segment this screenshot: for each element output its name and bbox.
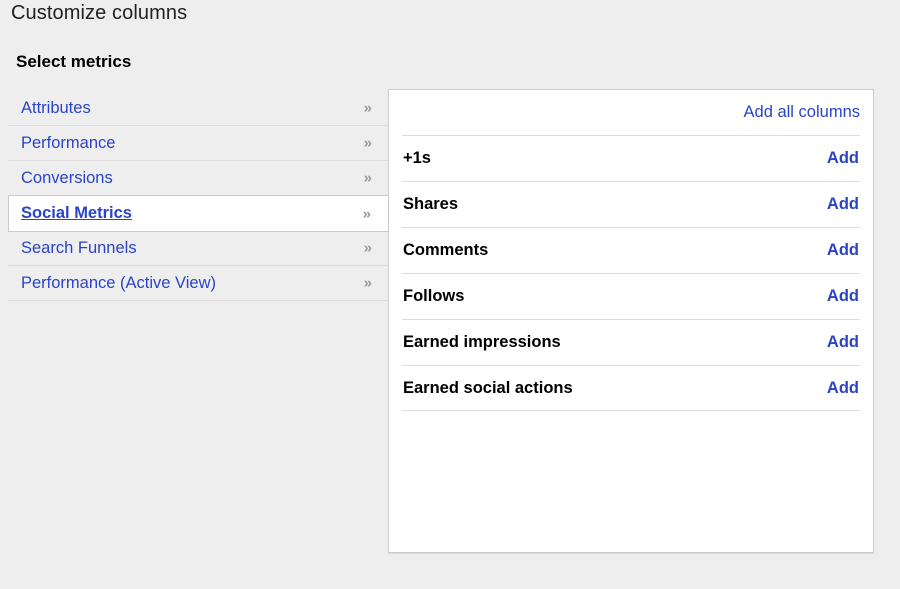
- sidebar-item-label: Performance (Active View): [21, 273, 217, 292]
- metric-name: Comments: [403, 241, 489, 259]
- metric-row: Earned social actions Add: [402, 365, 860, 411]
- metric-name: Shares: [403, 195, 459, 213]
- chevron-right-double-icon: »: [363, 134, 372, 152]
- section-heading: Select metrics: [16, 52, 132, 71]
- metric-category-list: Attributes » Performance » Conversions »…: [8, 91, 389, 301]
- metric-row: Earned impressions Add: [402, 319, 860, 365]
- sidebar-item-performance[interactable]: Performance »: [8, 126, 389, 161]
- sidebar-item-conversions[interactable]: Conversions »: [8, 161, 389, 196]
- sidebar-item-performance-active-view[interactable]: Performance (Active View) »: [8, 266, 389, 301]
- metric-row: Shares Add: [402, 181, 860, 227]
- sidebar-item-label: Social Metrics: [21, 204, 132, 222]
- chevron-right-double-icon: »: [363, 169, 372, 187]
- add-all-columns-link[interactable]: Add all columns: [744, 103, 860, 122]
- metric-name: Earned social actions: [403, 378, 573, 397]
- add-metric-button[interactable]: Add: [827, 195, 859, 214]
- add-metric-button[interactable]: Add: [827, 379, 859, 398]
- sidebar-item-search-funnels[interactable]: Search Funnels »: [8, 231, 389, 266]
- sidebar-item-social-metrics[interactable]: Social Metrics »: [8, 195, 389, 232]
- sidebar-item-label: Search Funnels: [21, 238, 137, 257]
- metric-row: +1s Add: [402, 135, 860, 181]
- add-metric-button[interactable]: Add: [827, 333, 859, 352]
- add-metric-button[interactable]: Add: [827, 241, 859, 260]
- add-metric-button[interactable]: Add: [827, 287, 859, 306]
- chevron-right-double-icon: »: [363, 239, 372, 257]
- metric-row: Comments Add: [402, 227, 860, 273]
- metrics-panel: Add all columns +1s Add Shares Add Comme…: [388, 89, 874, 553]
- metrics-panel-header: Add all columns: [389, 90, 873, 135]
- sidebar-item-label: Conversions: [21, 168, 113, 187]
- metric-name: Earned impressions: [403, 333, 561, 351]
- chevron-right-double-icon: »: [363, 274, 372, 292]
- sidebar-item-attributes[interactable]: Attributes »: [8, 91, 389, 126]
- chevron-right-double-icon: »: [362, 205, 371, 222]
- metric-name: +1s: [403, 149, 431, 167]
- metric-name: Follows: [403, 287, 465, 305]
- sidebar-item-label: Performance: [21, 133, 116, 152]
- chevron-right-double-icon: »: [363, 99, 372, 117]
- add-metric-button[interactable]: Add: [827, 149, 859, 168]
- sidebar-item-label: Attributes: [21, 98, 91, 117]
- metric-row: Follows Add: [402, 273, 860, 319]
- page-title: Customize columns: [11, 2, 188, 24]
